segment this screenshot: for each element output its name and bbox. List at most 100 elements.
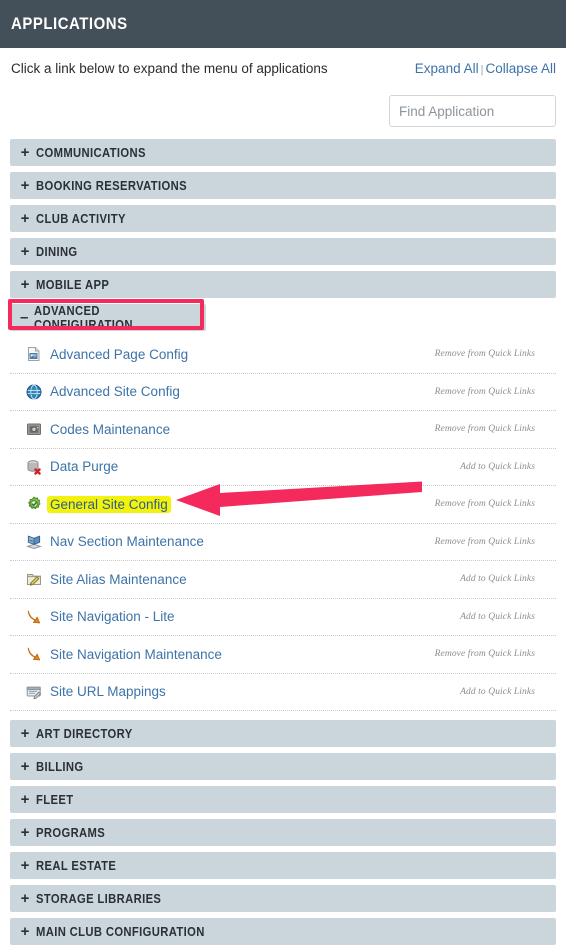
category-list-bottom: + ART DIRECTORY + BILLING + FLEET + PROGRAMS + RE… [0,720,566,945]
application-link-wrap[interactable]: Site Alias Maintenance [10,571,190,588]
folder-pencil-icon [26,571,42,587]
application-link-wrap[interactable]: Site Navigation Maintenance [10,646,225,663]
globe-icon [26,384,42,400]
search-input[interactable] [390,96,555,126]
application-link[interactable]: General Site Config [47,495,171,513]
application-link[interactable]: Site URL Mappings [47,683,169,700]
plus-icon[interactable]: + [14,244,36,259]
application-link[interactable]: Codes Maintenance [47,421,173,438]
quick-link-action[interactable]: Remove from Quick Links [435,649,535,659]
category-row[interactable]: + ART DIRECTORY [10,720,556,747]
application-link-wrap[interactable]: Nav Section Maintenance [10,533,207,550]
application-row: General Site Config Remove from Quick Lin… [10,486,556,524]
orange-arrow-icon [26,646,42,662]
category-row[interactable]: + FLEET [10,786,556,813]
category-row-expanded[interactable]: – ADVANCED CONFIGURATION [10,303,206,332]
category-row[interactable]: + STORAGE LIBRARIES [10,885,556,912]
category-row[interactable]: + BILLING [10,753,556,780]
application-link[interactable]: Site Navigation Maintenance [47,646,225,663]
quick-link-action[interactable]: Add to Quick Links [460,574,535,584]
expanded-category-wrap: – ADVANCED CONFIGURATION [0,303,566,332]
plus-icon[interactable]: + [14,759,36,774]
category-label: STORAGE LIBRARIES [36,891,162,906]
application-row: Site Navigation - Lite Add to Quick Links [10,599,556,636]
application-link-wrap[interactable]: Advanced Page Config [10,346,191,363]
application-link-wrap[interactable]: Site Navigation - Lite [10,608,178,625]
category-row[interactable]: + MOBILE APP [10,271,556,298]
category-row[interactable]: + MAIN CLUB CONFIGURATION [10,918,556,945]
application-link-wrap[interactable]: Codes Maintenance [10,421,173,438]
application-row: Codes Maintenance Remove from Quick Links [10,411,556,449]
quick-link-action[interactable]: Remove from Quick Links [435,499,535,509]
collapse-all-link[interactable]: Collapse All [485,61,556,76]
gear-check-icon [26,496,42,512]
expand-all-link[interactable]: Expand All [415,61,479,76]
page-title: APPLICATIONS [11,14,128,33]
quick-link-action[interactable]: Remove from Quick Links [435,424,535,434]
category-row[interactable]: + REAL ESTATE [10,852,556,879]
application-link[interactable]: Site Navigation - Lite [47,608,178,625]
quick-link-action[interactable]: Remove from Quick Links [435,349,535,359]
category-row[interactable]: + DINING [10,238,556,265]
category-row[interactable]: + BOOKING RESERVATIONS [10,172,556,199]
url-card-icon [26,684,42,700]
find-application-box[interactable] [389,95,556,127]
quick-link-action[interactable]: Add to Quick Links [460,687,535,697]
plus-icon[interactable]: + [14,277,36,292]
quick-link-action[interactable]: Add to Quick Links [460,462,535,472]
quick-link-action[interactable]: Remove from Quick Links [435,387,535,397]
category-label: FLEET [36,792,74,807]
application-row: Nav Section Maintenance Remove from Quick… [10,524,556,561]
category-label: REAL ESTATE [36,858,117,873]
plus-icon[interactable]: + [14,178,36,193]
application-link[interactable]: Data Purge [47,458,121,475]
search-row [0,93,566,139]
plus-icon[interactable]: + [14,145,36,160]
application-row: Advanced Page Config Remove from Quick Li… [10,336,556,374]
expand-collapse-links: Expand All | Collapse All [415,61,556,76]
minus-icon[interactable]: – [14,310,34,325]
category-row[interactable]: + CLUB ACTIVITY [10,205,556,232]
plus-icon[interactable]: + [14,891,36,906]
application-link[interactable]: Advanced Site Config [47,383,183,400]
database-delete-icon [26,459,42,475]
plus-icon[interactable]: + [14,825,36,840]
application-link-wrap[interactable]: Advanced Site Config [10,383,183,400]
application-link-wrap[interactable]: Data Purge [10,458,121,475]
category-label: PROGRAMS [36,825,106,840]
category-label: ART DIRECTORY [36,726,133,741]
application-link-wrap[interactable]: General Site Config [10,495,171,513]
category-label: CLUB ACTIVITY [36,211,126,226]
plus-icon[interactable]: + [14,858,36,873]
quick-link-action[interactable]: Remove from Quick Links [435,537,535,547]
applications-page: APPLICATIONS Click a link below to expan… [0,0,566,945]
open-book-icon [25,534,43,550]
plus-icon[interactable]: + [14,211,36,226]
plus-icon[interactable]: + [14,792,36,807]
category-list-top: + COMMUNICATIONS + BOOKING RESERVATIONS + CLU… [0,139,566,298]
application-row: Site Navigation Maintenance Remove from Q… [10,636,556,674]
category-label: BOOKING RESERVATIONS [36,178,187,193]
application-link[interactable]: Site Alias Maintenance [47,571,190,588]
orange-arrow-icon [26,609,42,625]
instruction-text: Click a link below to expand the menu of… [11,61,328,76]
intro-row: Click a link below to expand the menu of… [0,48,566,93]
application-row: Site Alias Maintenance Add to Quick Links [10,561,556,599]
safe-vault-icon [26,421,42,437]
category-label: ADVANCED CONFIGURATION [34,303,134,332]
category-label: BILLING [36,759,84,774]
quick-link-action[interactable]: Add to Quick Links [460,612,535,622]
category-label: MAIN CLUB CONFIGURATION [36,924,205,939]
application-link[interactable]: Nav Section Maintenance [47,533,207,550]
category-label: MOBILE APP [36,277,110,292]
category-row[interactable]: + COMMUNICATIONS [10,139,556,166]
page-image-icon [26,346,42,362]
application-link[interactable]: Advanced Page Config [47,346,191,363]
application-link-wrap[interactable]: Site URL Mappings [10,683,169,700]
category-label: COMMUNICATIONS [36,145,146,160]
plus-icon[interactable]: + [14,924,36,939]
plus-icon[interactable]: + [14,726,36,741]
application-row: Site URL Mappings Add to Quick Links [10,674,556,711]
category-row[interactable]: + PROGRAMS [10,819,556,846]
